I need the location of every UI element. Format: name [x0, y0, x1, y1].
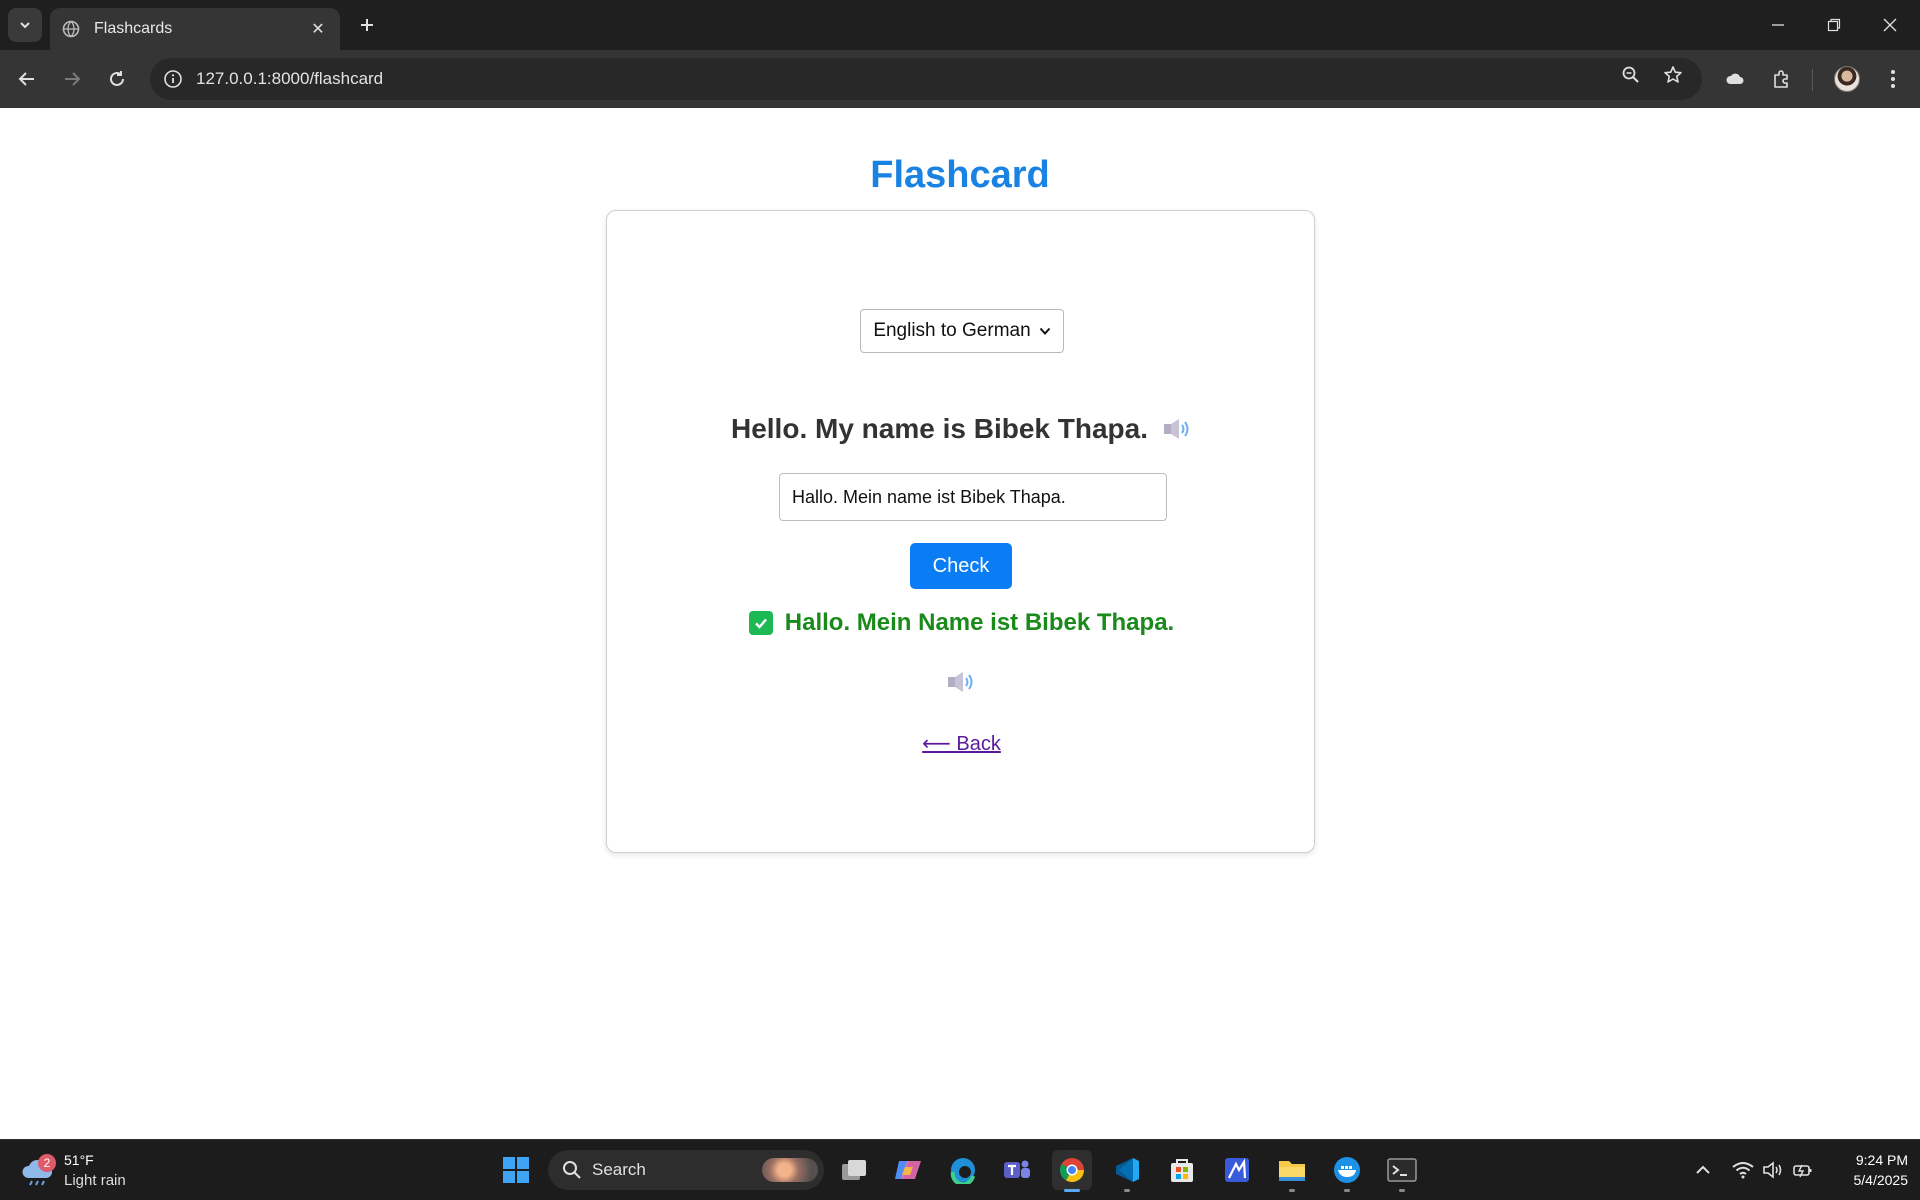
system-clock[interactable]: 9:24 PM 5/4/2025 — [1830, 1150, 1909, 1190]
question-row: Hello. My name is Bibek Thapa. — [607, 413, 1316, 445]
copilot-app[interactable] — [888, 1150, 928, 1190]
flashcard-card: English to German Hello. My name is Bibe… — [606, 210, 1315, 853]
chevron-down-icon — [20, 22, 30, 29]
url-text: 127.0.0.1:8000/flashcard — [196, 69, 384, 88]
extensions-icon[interactable] — [1764, 62, 1798, 96]
chevron-down-icon — [1039, 327, 1050, 335]
windows-icon — [503, 1157, 529, 1183]
back-button[interactable] — [10, 62, 44, 96]
result-row: Hallo. Mein Name ist Bibek Thapa. — [607, 609, 1316, 637]
edge-icon — [950, 1158, 975, 1184]
bookmark-star-icon[interactable] — [1656, 58, 1690, 92]
new-tab-button[interactable] — [352, 10, 382, 40]
teams-app[interactable] — [997, 1150, 1037, 1190]
restore-icon — [1827, 18, 1841, 32]
edge-app[interactable] — [943, 1150, 983, 1190]
volume-icon[interactable] — [1761, 1158, 1785, 1182]
running-indicator — [1124, 1189, 1130, 1192]
task-view-icon — [842, 1160, 866, 1180]
copilot-icon — [895, 1161, 921, 1179]
address-bar[interactable]: 127.0.0.1:8000/flashcard — [150, 58, 1702, 100]
checkmark-icon — [748, 611, 773, 635]
tab-search-button[interactable] — [8, 8, 42, 42]
taskbar-search[interactable]: Search — [548, 1150, 824, 1190]
check-button[interactable]: Check — [910, 543, 1012, 589]
reload-icon — [110, 71, 124, 86]
teams-icon — [1004, 1160, 1030, 1178]
active-indicator — [1064, 1189, 1080, 1192]
close-icon — [1883, 18, 1897, 32]
answer-input[interactable] — [779, 473, 1167, 521]
globe-icon — [62, 20, 80, 38]
vscode-icon — [1116, 1158, 1139, 1182]
correct-answer-text: Hallo. Mein Name ist Bibek Thapa. — [784, 609, 1175, 636]
reload-button[interactable] — [100, 62, 134, 96]
chrome-icon — [1059, 1158, 1084, 1183]
weather-temp: 51°F — [64, 1152, 94, 1168]
battery-icon[interactable] — [1791, 1158, 1815, 1182]
pen-app-icon — [1225, 1158, 1249, 1182]
clock-time: 9:24 PM — [1855, 1152, 1908, 1168]
vscode-app[interactable] — [1107, 1150, 1147, 1192]
cloud-icon[interactable] — [1718, 62, 1752, 96]
store-icon — [1171, 1159, 1193, 1182]
weather-condition: Light rain — [64, 1172, 126, 1189]
editor-app[interactable] — [1217, 1150, 1257, 1190]
minimize-button[interactable] — [1750, 0, 1806, 50]
weather-badge: 2 — [38, 1154, 56, 1172]
tab-title: Flashcards — [94, 20, 173, 37]
docker-icon — [1334, 1157, 1360, 1183]
wifi-icon[interactable] — [1731, 1158, 1755, 1182]
task-view-button[interactable] — [834, 1150, 874, 1190]
terminal-app[interactable] — [1382, 1150, 1422, 1192]
folder-icon — [1279, 1161, 1305, 1181]
search-highlight-image — [762, 1158, 818, 1182]
page-title: Flashcard — [870, 154, 1050, 196]
menu-button[interactable] — [1876, 62, 1910, 96]
minimize-icon — [1772, 24, 1784, 26]
restore-button[interactable] — [1806, 0, 1862, 50]
close-window-button[interactable] — [1862, 0, 1918, 50]
running-indicator — [1289, 1189, 1295, 1192]
question-text: Hello. My name is Bibek Thapa. — [730, 413, 1148, 444]
language-mode-value: English to German — [873, 320, 1031, 341]
tray-overflow-icon[interactable] — [1691, 1158, 1715, 1182]
more-vertical-icon — [1891, 70, 1895, 88]
search-icon — [563, 1161, 581, 1179]
arrow-left-icon — [18, 72, 34, 86]
close-icon[interactable]: ✕ — [308, 19, 328, 39]
terminal-icon — [1387, 1158, 1417, 1182]
plus-icon — [361, 19, 373, 31]
clock-date: 5/4/2025 — [1853, 1172, 1909, 1188]
store-app[interactable] — [1162, 1150, 1202, 1190]
chrome-app[interactable] — [1052, 1150, 1092, 1192]
speaker-icon[interactable] — [946, 669, 976, 695]
info-icon[interactable] — [162, 68, 184, 90]
taskbar: 2 51°F Light rain Search 9:24 PM 5/4/202… — [0, 1139, 1920, 1200]
search-label: Search — [592, 1160, 646, 1179]
back-link[interactable]: ⟵ Back — [607, 731, 1316, 756]
browser-tab[interactable]: Flashcards ✕ — [50, 8, 340, 50]
docker-app[interactable] — [1327, 1150, 1367, 1192]
file-explorer-app[interactable] — [1272, 1150, 1312, 1192]
language-mode-select[interactable]: English to German — [860, 309, 1064, 353]
arrow-right-icon — [65, 72, 81, 86]
start-button[interactable] — [496, 1150, 536, 1190]
toolbar-divider — [1812, 69, 1813, 91]
running-indicator — [1399, 1189, 1405, 1192]
weather-widget[interactable]: 2 51°F Light rain — [20, 1148, 140, 1192]
profile-avatar[interactable] — [1830, 62, 1864, 96]
avatar — [1834, 66, 1860, 92]
forward-button[interactable] — [55, 62, 89, 96]
page-content: Flashcard English to German Hello. My na… — [0, 108, 1920, 1139]
speaker-icon[interactable] — [1162, 416, 1192, 442]
browser-toolbar: 127.0.0.1:8000/flashcard — [0, 50, 1920, 108]
browser-tab-strip: Flashcards ✕ — [0, 0, 1920, 50]
zoom-icon[interactable] — [1614, 58, 1648, 92]
running-indicator — [1344, 1189, 1350, 1192]
